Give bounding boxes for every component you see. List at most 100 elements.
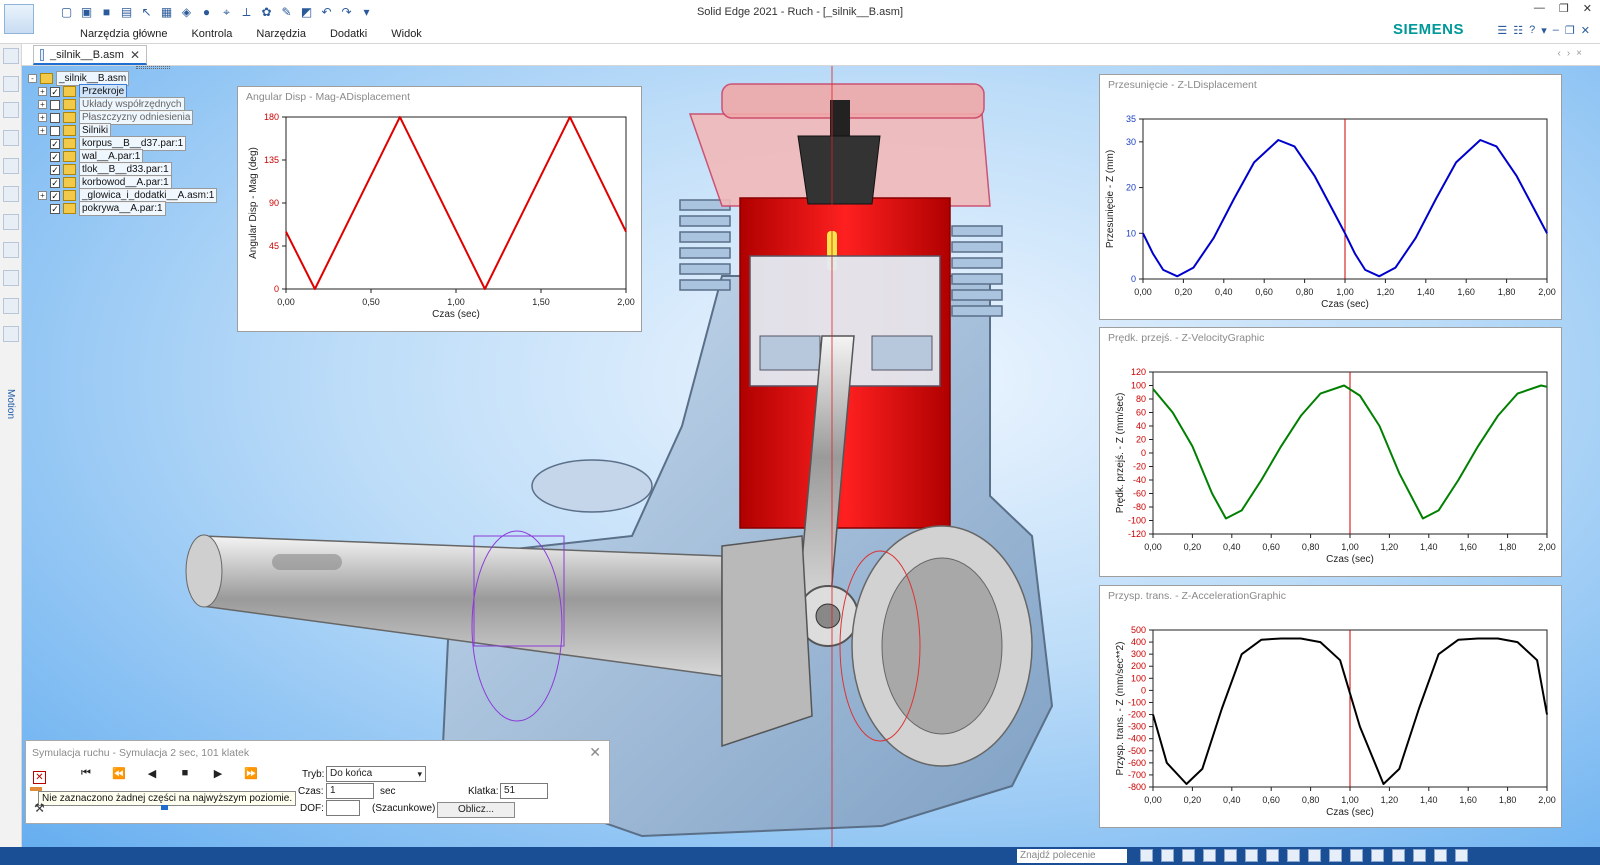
layout-icon[interactable]: ☰: [1497, 24, 1507, 37]
y-tick-label: 10: [1126, 228, 1136, 238]
library-icon[interactable]: [3, 102, 19, 118]
visibility-checkbox[interactable]: ✓: [50, 164, 60, 175]
ribbon-tab[interactable]: Dodatki: [318, 26, 379, 42]
visibility-checkbox[interactable]: [50, 125, 60, 136]
displacement-chart[interactable]: Przesunięcie - Z-LDisplacement 0,00 0,20 0…: [1099, 74, 1562, 320]
assembly-tree-icon[interactable]: [3, 76, 19, 92]
motion-panel-label[interactable]: Motion: [5, 389, 16, 419]
fit-icon[interactable]: [1203, 849, 1216, 862]
x-tick-label: 1,20: [1381, 542, 1399, 552]
pathfinder-icon[interactable]: [3, 48, 19, 64]
sensor-icon[interactable]: [3, 186, 19, 202]
link-icon[interactable]: [3, 130, 19, 146]
ribbon-tab[interactable]: Narzędzia główne: [68, 26, 179, 42]
acceleration-chart[interactable]: Przysp. trans. - Z-AccelerationGraphic 0…: [1099, 585, 1562, 828]
command-search-input[interactable]: Znajdź polecenie: [1017, 849, 1127, 863]
camera-icon[interactable]: [1434, 849, 1447, 862]
part-icon: [63, 164, 76, 175]
skip-to-start-icon[interactable]: ⏮: [76, 767, 96, 780]
stop-icon[interactable]: ■: [175, 767, 195, 780]
record-icon[interactable]: [1413, 849, 1426, 862]
ribbon-tab[interactable]: Widok: [379, 26, 434, 42]
minimize-doc-icon[interactable]: –: [1553, 24, 1559, 37]
motion-panel-icon[interactable]: [3, 326, 19, 342]
y-axis-label: Przesunięcie - Z (mm): [1105, 150, 1116, 248]
velocity-chart[interactable]: Prędk. przejś. - Z-VelocityGraphic 0,00 0…: [1099, 327, 1562, 577]
x-tick-label: 0,40: [1223, 795, 1241, 805]
y-tick-label: -60: [1133, 489, 1146, 499]
close-doc-icon[interactable]: ✕: [1581, 24, 1590, 37]
x-tick-label: 0,60: [1262, 795, 1280, 805]
rotate-icon[interactable]: [1245, 849, 1258, 862]
stop-recording-icon[interactable]: ✕: [33, 771, 46, 784]
visibility-checkbox[interactable]: ✓: [50, 138, 60, 149]
zoom-area-icon[interactable]: [1182, 849, 1195, 862]
visibility-checkbox[interactable]: ✓: [50, 86, 60, 97]
zoom-icon[interactable]: [1161, 849, 1174, 862]
compute-button[interactable]: Oblicz...: [437, 802, 515, 818]
query-icon[interactable]: [3, 214, 19, 230]
y-tick-label: -700: [1128, 770, 1146, 780]
velocity-plot: 0,00 0,20 0,40 0,60 0,80 1,00 1,20 1,40 1,60 1,80…: [1115, 367, 1556, 565]
visibility-checkbox[interactable]: ✓: [50, 151, 60, 162]
restore-doc-icon[interactable]: ❐: [1565, 24, 1575, 37]
close-icon[interactable]: ✕: [589, 744, 601, 761]
lights-icon[interactable]: [1350, 849, 1363, 862]
mode-select[interactable]: Do końca ▾: [326, 766, 426, 782]
pan-icon[interactable]: [1224, 849, 1237, 862]
shading-icon[interactable]: [1308, 849, 1321, 862]
layers-icon[interactable]: [3, 158, 19, 174]
angular-displacement-chart[interactable]: Angular Disp - Mag-ADisplacement 0,00 0,5…: [237, 86, 642, 332]
tree-item[interactable]: - _silnik__B.asm: [28, 71, 286, 86]
settings-icon[interactable]: [3, 298, 19, 314]
expand-toggle-icon[interactable]: +: [38, 126, 47, 135]
x-tick-label: 0,00: [277, 297, 295, 307]
step-back-icon[interactable]: ◀: [142, 767, 162, 780]
time-input[interactable]: 1: [326, 783, 374, 799]
fast-forward-icon[interactable]: ⏩: [241, 767, 261, 780]
y-tick-label: 80: [1136, 394, 1146, 404]
rewind-icon[interactable]: ⏪: [109, 767, 129, 780]
relation-icon[interactable]: [3, 242, 19, 258]
restore-icon[interactable]: ❐: [1559, 2, 1569, 15]
frame-input[interactable]: 51: [500, 783, 548, 799]
x-tick-label: 2,00: [617, 297, 635, 307]
document-tab[interactable]: _silnik__B.asm ✕: [33, 45, 147, 65]
arrow-icon[interactable]: [1140, 849, 1153, 862]
expand-toggle-icon[interactable]: +: [38, 191, 47, 200]
playback-controls: ⏮ ⏪ ◀ ■ ▶ ⏩: [76, 767, 261, 780]
render-icon[interactable]: [1371, 849, 1384, 862]
layout-alt-icon[interactable]: ☷: [1513, 24, 1523, 37]
help-icon[interactable]: ?: [1529, 24, 1535, 37]
tools-icon[interactable]: ⚒: [34, 801, 45, 815]
y-axis-label: Angular Disp - Mag (deg): [248, 147, 259, 259]
expand-toggle-icon[interactable]: +: [38, 100, 47, 109]
parts-list-icon[interactable]: [3, 270, 19, 286]
spin-icon[interactable]: [1266, 849, 1279, 862]
close-tab-icon[interactable]: ✕: [130, 48, 140, 62]
minimize-icon[interactable]: —: [1534, 2, 1545, 15]
view-cube-icon[interactable]: [1287, 849, 1300, 862]
zoom-slider-icon[interactable]: [1392, 849, 1405, 862]
visibility-checkbox[interactable]: ✓: [50, 190, 60, 201]
chevron-down-icon: ▾: [417, 769, 422, 779]
visibility-checkbox[interactable]: [50, 99, 60, 110]
expand-toggle-icon[interactable]: +: [38, 113, 47, 122]
visibility-checkbox[interactable]: ✓: [50, 177, 60, 188]
x-tick-label: 2,00: [1538, 542, 1556, 552]
visibility-checkbox[interactable]: ✓: [50, 203, 60, 214]
play-icon[interactable]: ▶: [208, 767, 228, 780]
expand-toggle-icon[interactable]: -: [28, 74, 37, 83]
close-icon[interactable]: ✕: [1583, 2, 1592, 15]
visibility-checkbox[interactable]: [50, 112, 60, 123]
section-icon[interactable]: [1329, 849, 1342, 862]
timeline-slider-thumb[interactable]: [161, 805, 168, 810]
exit-icon[interactable]: [1455, 849, 1468, 862]
tab-nav-arrows[interactable]: ‹›×: [1558, 48, 1589, 59]
dropdown-icon[interactable]: ▾: [1541, 24, 1547, 37]
left-toolbar: Motion: [0, 44, 22, 847]
ribbon-tab[interactable]: Kontrola: [179, 26, 244, 42]
expand-toggle-icon[interactable]: +: [38, 87, 47, 96]
ribbon-tab[interactable]: Narzędzia: [244, 26, 318, 42]
tree-grip-handle[interactable]: [136, 66, 170, 69]
